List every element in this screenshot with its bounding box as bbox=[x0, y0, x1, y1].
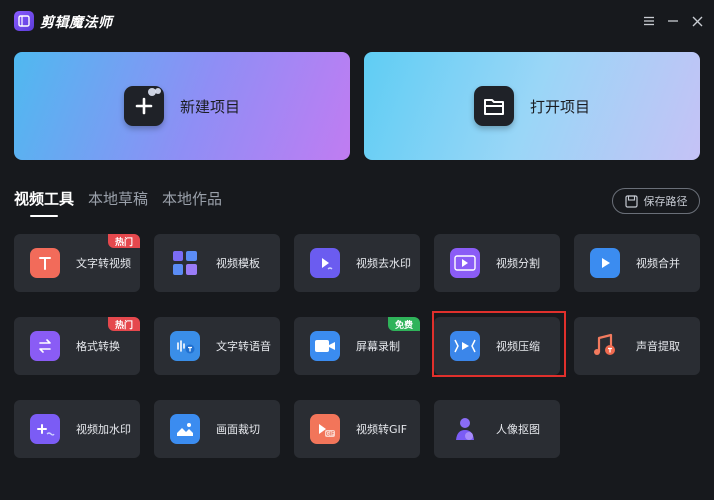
tool-label: 文字转视频 bbox=[76, 257, 131, 270]
add-watermark-icon bbox=[30, 414, 60, 444]
tool-label: 视频去水印 bbox=[356, 257, 411, 270]
close-icon[interactable] bbox=[688, 12, 706, 30]
tool-video-split[interactable]: 视频分割 bbox=[434, 234, 560, 292]
tab-video-tools[interactable]: 视频工具 bbox=[14, 188, 74, 217]
app-logo-icon bbox=[14, 11, 34, 31]
tab-bar: 视频工具 本地草稿 本地作品 bbox=[14, 188, 222, 217]
tool-crop[interactable]: 画面裁切 bbox=[154, 400, 280, 458]
gif-icon: GIF bbox=[310, 414, 340, 444]
portrait-cutout-icon bbox=[450, 414, 480, 444]
tool-video-merge[interactable]: 视频合并 bbox=[574, 234, 700, 292]
audio-extract-icon bbox=[590, 331, 620, 361]
plus-icon bbox=[123, 86, 164, 126]
tool-label: 人像抠图 bbox=[496, 423, 540, 436]
tool-text-to-speech[interactable]: 文字转语音 bbox=[154, 317, 280, 375]
tool-audio-extract[interactable]: 声音提取 bbox=[574, 317, 700, 375]
tool-label: 声音提取 bbox=[636, 340, 680, 353]
text-to-speech-icon bbox=[170, 331, 200, 361]
tool-label: 画面裁切 bbox=[216, 423, 260, 436]
menu-icon[interactable] bbox=[640, 12, 658, 30]
save-path-label: 保存路径 bbox=[643, 195, 688, 208]
folder-icon bbox=[473, 86, 514, 126]
open-project-button[interactable]: 打开项目 bbox=[364, 52, 700, 160]
save-icon bbox=[624, 194, 638, 208]
format-convert-icon bbox=[30, 331, 60, 361]
free-badge: 免费 bbox=[387, 317, 420, 331]
tool-video-template[interactable]: 视频模板 bbox=[154, 234, 280, 292]
crop-icon bbox=[170, 414, 200, 444]
hot-badge: 热门 bbox=[107, 317, 140, 331]
text-video-icon bbox=[30, 248, 60, 278]
hot-badge: 热门 bbox=[107, 234, 140, 248]
tool-label: 视频压缩 bbox=[496, 340, 540, 353]
tool-label: 屏幕录制 bbox=[356, 340, 400, 353]
tool-remove-watermark[interactable]: 视频去水印 bbox=[294, 234, 420, 292]
tab-local-works[interactable]: 本地作品 bbox=[162, 188, 222, 215]
svg-text:GIF: GIF bbox=[326, 432, 334, 438]
tool-label: 格式转换 bbox=[76, 340, 120, 353]
tool-label: 视频加水印 bbox=[76, 423, 131, 436]
tool-label: 视频分割 bbox=[496, 257, 540, 270]
new-project-label: 新建项目 bbox=[179, 97, 240, 116]
tool-label: 视频转GIF bbox=[356, 423, 408, 436]
tool-text-to-video[interactable]: 文字转视频 热门 bbox=[14, 234, 140, 292]
tool-format-convert[interactable]: 格式转换 热门 bbox=[14, 317, 140, 375]
save-path-button[interactable]: 保存路径 bbox=[612, 188, 700, 214]
minimize-icon[interactable] bbox=[664, 12, 682, 30]
open-project-label: 打开项目 bbox=[529, 97, 590, 116]
tool-video-to-gif[interactable]: GIF 视频转GIF bbox=[294, 400, 420, 458]
tab-local-drafts[interactable]: 本地草稿 bbox=[88, 188, 148, 215]
tool-screen-record[interactable]: 屏幕录制 免费 bbox=[294, 317, 420, 375]
film-split-icon bbox=[450, 248, 480, 278]
remove-watermark-icon bbox=[310, 248, 340, 278]
screen-record-icon bbox=[310, 331, 340, 361]
tool-add-watermark[interactable]: 视频加水印 bbox=[14, 400, 140, 458]
title-bar: 剪辑魔法师 bbox=[0, 0, 714, 42]
tool-label: 视频模板 bbox=[216, 257, 260, 270]
tool-portrait-cutout[interactable]: 人像抠图 bbox=[434, 400, 560, 458]
app-title: 剪辑魔法师 bbox=[40, 15, 113, 31]
compress-icon bbox=[450, 331, 480, 361]
tool-label: 文字转语音 bbox=[216, 340, 271, 353]
tool-label: 视频合并 bbox=[636, 257, 680, 270]
new-project-button[interactable]: 新建项目 bbox=[14, 52, 350, 160]
merge-icon bbox=[590, 248, 620, 278]
template-icon bbox=[170, 248, 200, 278]
tool-video-compress[interactable]: 视频压缩 bbox=[434, 317, 560, 375]
